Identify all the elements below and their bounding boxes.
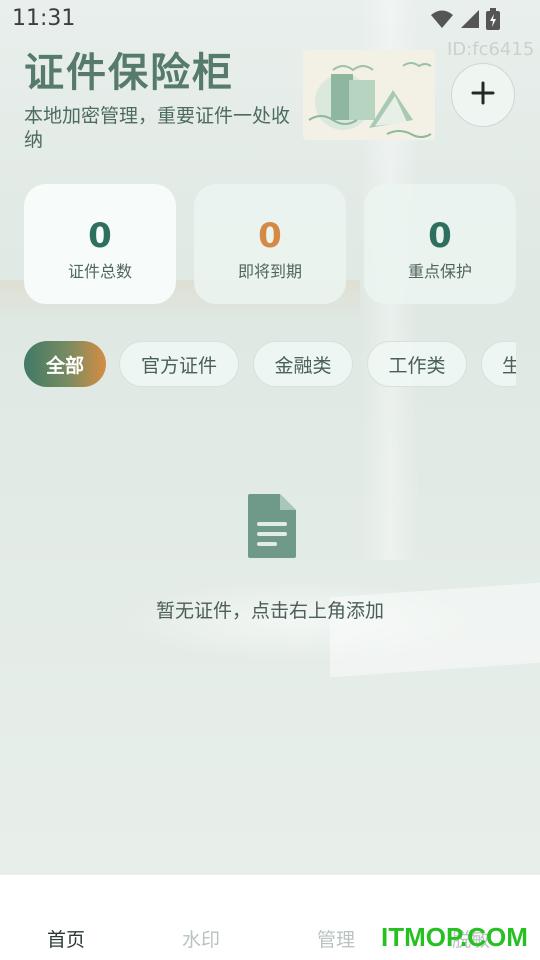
tab-watermark[interactable]: 水印 [182,925,220,952]
chip-finance[interactable]: 金融类 [253,341,353,387]
page-title: 证件保险柜 [24,50,234,96]
wifi-icon [430,9,454,29]
chip-life[interactable]: 生 [481,341,516,387]
site-watermark: ITMOP.COM [381,922,528,952]
stat-card-protected[interactable]: 0 重点保护 [364,184,516,304]
device-id-label: ID:fc6415 [447,39,535,60]
document-icon [246,492,298,560]
stat-value: 0 [428,216,452,256]
battery-charging-icon [486,8,500,30]
chip-official[interactable]: 官方证件 [119,341,239,387]
chip-all[interactable]: 全部 [24,341,106,387]
stat-label: 重点保护 [407,262,472,281]
tab-manage[interactable]: 管理 [317,925,355,952]
status-time: 11:31 [12,6,76,31]
status-bar: 11:31 [0,0,540,36]
page-subtitle: 本地加密管理，重要证件一处收纳 [24,105,291,151]
empty-state-message: 暂无证件，点击右上角添加 [155,600,384,622]
stat-label: 即将到期 [237,262,302,281]
decorative-banner-image [303,50,435,140]
tab-home[interactable]: 首页 [47,925,85,952]
chip-work[interactable]: 工作类 [367,341,467,387]
stat-card-expiring[interactable]: 0 即将到期 [194,184,346,304]
category-filter-bar: 全部 官方证件 金融类 工作类 生 [24,341,516,389]
stat-label: 证件总数 [67,262,132,281]
stat-card-total[interactable]: 0 证件总数 [24,184,176,304]
cell-signal-icon [460,9,480,29]
stat-value: 0 [88,216,112,256]
plus-icon [471,81,495,109]
stat-value: 0 [258,216,282,256]
add-document-button[interactable] [451,63,515,127]
